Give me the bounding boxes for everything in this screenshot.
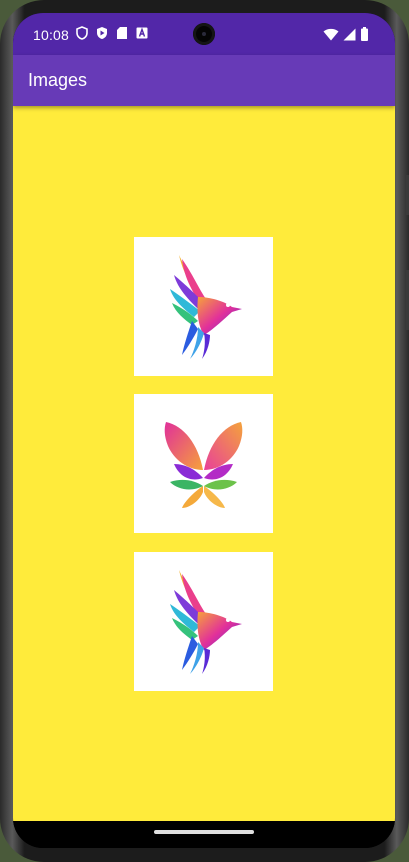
device-frame: 10:08 Images [0, 0, 409, 862]
status-bar: 10:08 [13, 13, 395, 55]
wifi-icon [323, 28, 339, 40]
image-card[interactable] [134, 552, 273, 691]
status-left-icons [76, 26, 148, 40]
a-badge-icon [136, 27, 148, 39]
status-time: 10:08 [33, 27, 70, 43]
hummingbird-logo-icon [170, 570, 242, 674]
content-area [13, 106, 395, 821]
battery-icon [361, 27, 368, 41]
front-camera [193, 23, 215, 45]
image-card[interactable] [134, 394, 273, 533]
sd-card-icon [117, 27, 127, 39]
play-protect-icon [97, 27, 107, 39]
status-right-icons [323, 27, 369, 41]
navigation-bar [13, 821, 395, 848]
app-title: Images [28, 70, 88, 90]
app-bar: Images [13, 55, 395, 106]
butterfly-lotus-logo-icon [164, 422, 243, 508]
hummingbird-logo-icon [170, 255, 242, 359]
cell-signal-icon [343, 28, 356, 40]
phone-screen: 10:08 Images [13, 13, 395, 848]
shield-icon [76, 26, 88, 40]
gesture-handle[interactable] [154, 830, 254, 834]
image-card[interactable] [134, 237, 273, 376]
